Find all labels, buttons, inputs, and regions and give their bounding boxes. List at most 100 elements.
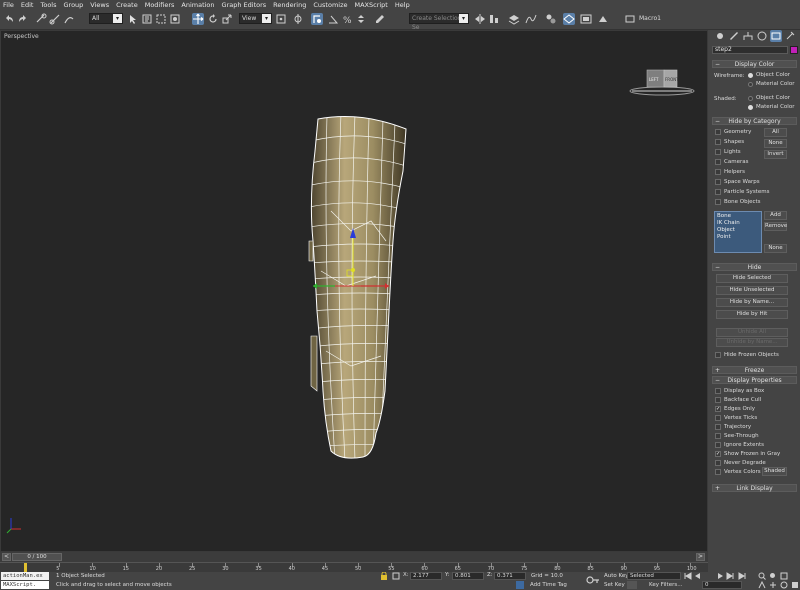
vertex-colors-checkbox[interactable]: Vertex Colors: [715, 468, 761, 476]
utilities-tab-icon[interactable]: [784, 30, 796, 42]
cameras-checkbox[interactable]: Cameras: [715, 158, 748, 166]
select-and-rotate-icon[interactable]: [207, 13, 219, 25]
list-item[interactable]: Point: [717, 234, 759, 241]
field-of-view-icon[interactable]: [758, 580, 766, 589]
hide-selected-button[interactable]: Hide Selected: [716, 274, 788, 283]
render-setup-icon[interactable]: [563, 13, 575, 25]
category-add-button[interactable]: Add: [764, 211, 787, 220]
z-coord-field[interactable]: 0.371: [494, 572, 526, 580]
modify-tab-icon[interactable]: [728, 30, 740, 42]
undo-icon[interactable]: [3, 13, 15, 25]
menu-maxscript[interactable]: MAXScript: [355, 1, 388, 9]
hierarchy-tab-icon[interactable]: [742, 30, 754, 42]
display-as-box-checkbox[interactable]: Display as Box: [715, 387, 764, 395]
zoom-extents-icon[interactable]: [780, 572, 788, 580]
menu-modifiers[interactable]: Modifiers: [145, 1, 175, 9]
align-icon[interactable]: [488, 13, 500, 25]
set-key-button[interactable]: Set Key: [604, 582, 625, 588]
menu-graph-editors[interactable]: Graph Editors: [222, 1, 267, 9]
next-frame-icon[interactable]: >: [696, 553, 705, 561]
object-name-field[interactable]: step2: [712, 46, 788, 54]
window-crossing-icon[interactable]: [169, 13, 181, 25]
hide-frozen-objects-checkbox[interactable]: Hide Frozen Objects: [715, 351, 779, 359]
redo-icon[interactable]: [17, 13, 29, 25]
track-bar[interactable]: 5 10 15 20 25 30 35 40 45 50 55 60 65 70 75 80 85 90 95 100: [0, 562, 708, 572]
menu-file[interactable]: File: [3, 1, 14, 9]
orbit-icon[interactable]: [780, 581, 788, 589]
key-icon[interactable]: [586, 574, 600, 586]
prev-frame-icon[interactable]: <: [2, 553, 11, 561]
viewcube[interactable]: LEFT FRONT: [627, 61, 697, 97]
category-all-button[interactable]: All: [764, 128, 787, 137]
menu-customize[interactable]: Customize: [313, 1, 347, 9]
hide-by-category-rollout-header[interactable]: − Hide by Category: [712, 117, 797, 125]
bone-objects-checkbox[interactable]: Bone Objects: [715, 198, 761, 206]
ignore-extents-checkbox[interactable]: Ignore Extents: [715, 441, 764, 449]
hide-by-hit-button[interactable]: Hide by Hit: [716, 310, 788, 319]
next-frame-button-icon[interactable]: [726, 572, 734, 580]
shapes-checkbox[interactable]: Shapes: [715, 138, 744, 146]
x-coord-field[interactable]: 2.177: [410, 572, 442, 580]
helpers-checkbox[interactable]: Helpers: [715, 168, 745, 176]
named-selection-edit-icon[interactable]: [374, 13, 386, 25]
selection-filter-dropdown[interactable]: All ▾: [89, 13, 123, 24]
zoom-all-icon[interactable]: [769, 572, 777, 580]
see-through-checkbox[interactable]: See-Through: [715, 432, 759, 440]
menu-views[interactable]: Views: [90, 1, 109, 9]
time-tag-icon[interactable]: [516, 581, 524, 589]
unhide-by-name-button[interactable]: Unhide by Name...: [716, 338, 788, 347]
shaded-object-color-radio[interactable]: Object Color: [748, 95, 790, 101]
go-to-end-icon[interactable]: [738, 572, 746, 580]
add-time-tag-label[interactable]: Add Time Tag: [530, 582, 567, 588]
current-frame-field[interactable]: 0: [702, 581, 742, 589]
menu-animation[interactable]: Animation: [181, 1, 214, 9]
backface-cull-checkbox[interactable]: Backface Cull: [715, 396, 761, 404]
bind-space-warp-icon[interactable]: [63, 13, 75, 25]
show-frozen-in-gray-checkbox[interactable]: ✓ Show Frozen in Gray: [715, 450, 780, 458]
lights-checkbox[interactable]: Lights: [715, 148, 741, 156]
shaded-material-color-radio[interactable]: Material Color: [748, 104, 794, 110]
select-by-name-icon[interactable]: [141, 13, 153, 25]
auto-key-button[interactable]: Auto Key: [604, 573, 629, 579]
key-filters-button[interactable]: Key Filters...: [649, 582, 682, 588]
freeze-rollout-header[interactable]: + Freeze: [712, 366, 797, 374]
go-to-start-icon[interactable]: [684, 572, 692, 580]
material-editor-icon[interactable]: [545, 13, 557, 25]
select-and-manipulate-icon[interactable]: [292, 13, 304, 25]
macro-label[interactable]: Macro1: [639, 15, 661, 22]
category-remove-button[interactable]: Remove: [764, 222, 787, 231]
spinner-snap-icon[interactable]: [355, 13, 367, 25]
time-slider[interactable]: < 0 / 100 >: [0, 552, 708, 562]
previous-frame-icon[interactable]: [693, 572, 701, 580]
create-tab-icon[interactable]: [714, 30, 726, 42]
menu-rendering[interactable]: Rendering: [273, 1, 306, 9]
macro-icon[interactable]: [624, 13, 636, 25]
hide-unselected-button[interactable]: Hide Unselected: [716, 286, 788, 295]
layer-manager-icon[interactable]: [508, 13, 520, 25]
list-item[interactable]: Bone: [717, 213, 759, 220]
percent-snap-icon[interactable]: %: [341, 13, 353, 25]
pivot-center-icon[interactable]: [275, 13, 287, 25]
category-list[interactable]: Bone IK Chain Object Point: [714, 211, 762, 253]
key-mode-toggle-icon[interactable]: [627, 581, 637, 589]
wireframe-material-color-radio[interactable]: Material Color: [748, 81, 794, 87]
move-gizmo[interactable]: [301, 226, 401, 306]
named-selection-sets-dropdown[interactable]: Create Selection Se ▾: [409, 13, 469, 31]
y-coord-field[interactable]: 0.801: [452, 572, 484, 580]
hide-by-name-button[interactable]: Hide by Name...: [716, 298, 788, 307]
snaps-toggle-icon[interactable]: [311, 13, 323, 25]
link-display-rollout-header[interactable]: + Link Display: [712, 484, 797, 492]
maximize-viewport-icon[interactable]: [791, 581, 799, 589]
object-color-swatch[interactable]: [790, 46, 798, 54]
menu-group[interactable]: Group: [64, 1, 84, 9]
maxscript-listener-top[interactable]: actionMan.ex: [1, 572, 49, 580]
rendered-frame-window-icon[interactable]: [580, 13, 592, 25]
absolute-mode-icon[interactable]: [392, 572, 400, 580]
list-item[interactable]: IK Chain Object: [717, 220, 759, 234]
menu-edit[interactable]: Edit: [21, 1, 34, 9]
menu-tools[interactable]: Tools: [40, 1, 56, 9]
reference-coordinate-dropdown[interactable]: View ▾: [239, 13, 272, 24]
space-warps-checkbox[interactable]: Space Warps: [715, 178, 760, 186]
vertex-ticks-checkbox[interactable]: Vertex Ticks: [715, 414, 757, 422]
wireframe-object-color-radio[interactable]: Object Color: [748, 72, 790, 78]
